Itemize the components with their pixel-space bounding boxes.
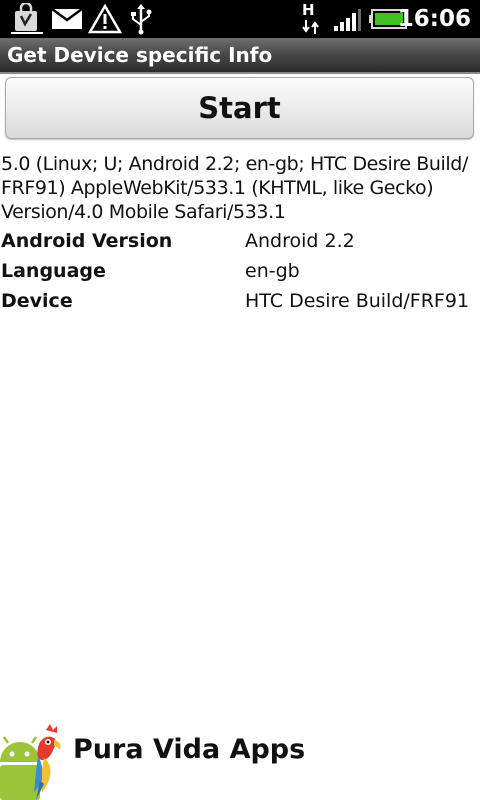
app-title-bar: Get Device specific Info [0, 38, 480, 74]
data-transfer-icon: H [300, 1, 320, 36]
info-row-language: Language en-gb [0, 256, 480, 286]
info-row-android-version: Android Version Android 2.2 [0, 226, 480, 256]
info-label: Android Version [1, 230, 173, 252]
info-label: Device [1, 290, 73, 312]
signal-icon [334, 9, 361, 31]
android-parrot-logo [0, 724, 61, 800]
usb-icon [131, 4, 152, 35]
info-label: Language [1, 260, 106, 282]
warning-icon [88, 4, 122, 34]
status-bar: H 16:06 [0, 0, 480, 38]
info-value: HTC Desire Build/FRF91 [245, 290, 470, 312]
network-type-label: H [302, 1, 315, 19]
market-bag-icon [11, 3, 43, 34]
app-title: Get Device specific Info [7, 43, 273, 67]
info-value: en-gb [245, 260, 300, 282]
info-row-device: Device HTC Desire Build/FRF91 [0, 286, 480, 316]
start-button[interactable]: Start [5, 77, 474, 139]
info-value: Android 2.2 [245, 230, 355, 252]
user-agent-line: 5.0 (Linux; U; Android 2.2; en-gb; HTC D… [1, 153, 468, 175]
mail-icon [52, 9, 82, 29]
user-agent-line: FRF91) AppleWebKit/533.1 (KHTML, like Ge… [1, 177, 434, 199]
user-agent-line: Version/4.0 Mobile Safari/533.1 [1, 201, 286, 223]
clock: 16:06 [397, 6, 471, 32]
user-agent-text: 5.0 (Linux; U; Android 2.2; en-gb; HTC D… [1, 152, 479, 224]
footer-brand: Pura Vida Apps [73, 734, 306, 765]
